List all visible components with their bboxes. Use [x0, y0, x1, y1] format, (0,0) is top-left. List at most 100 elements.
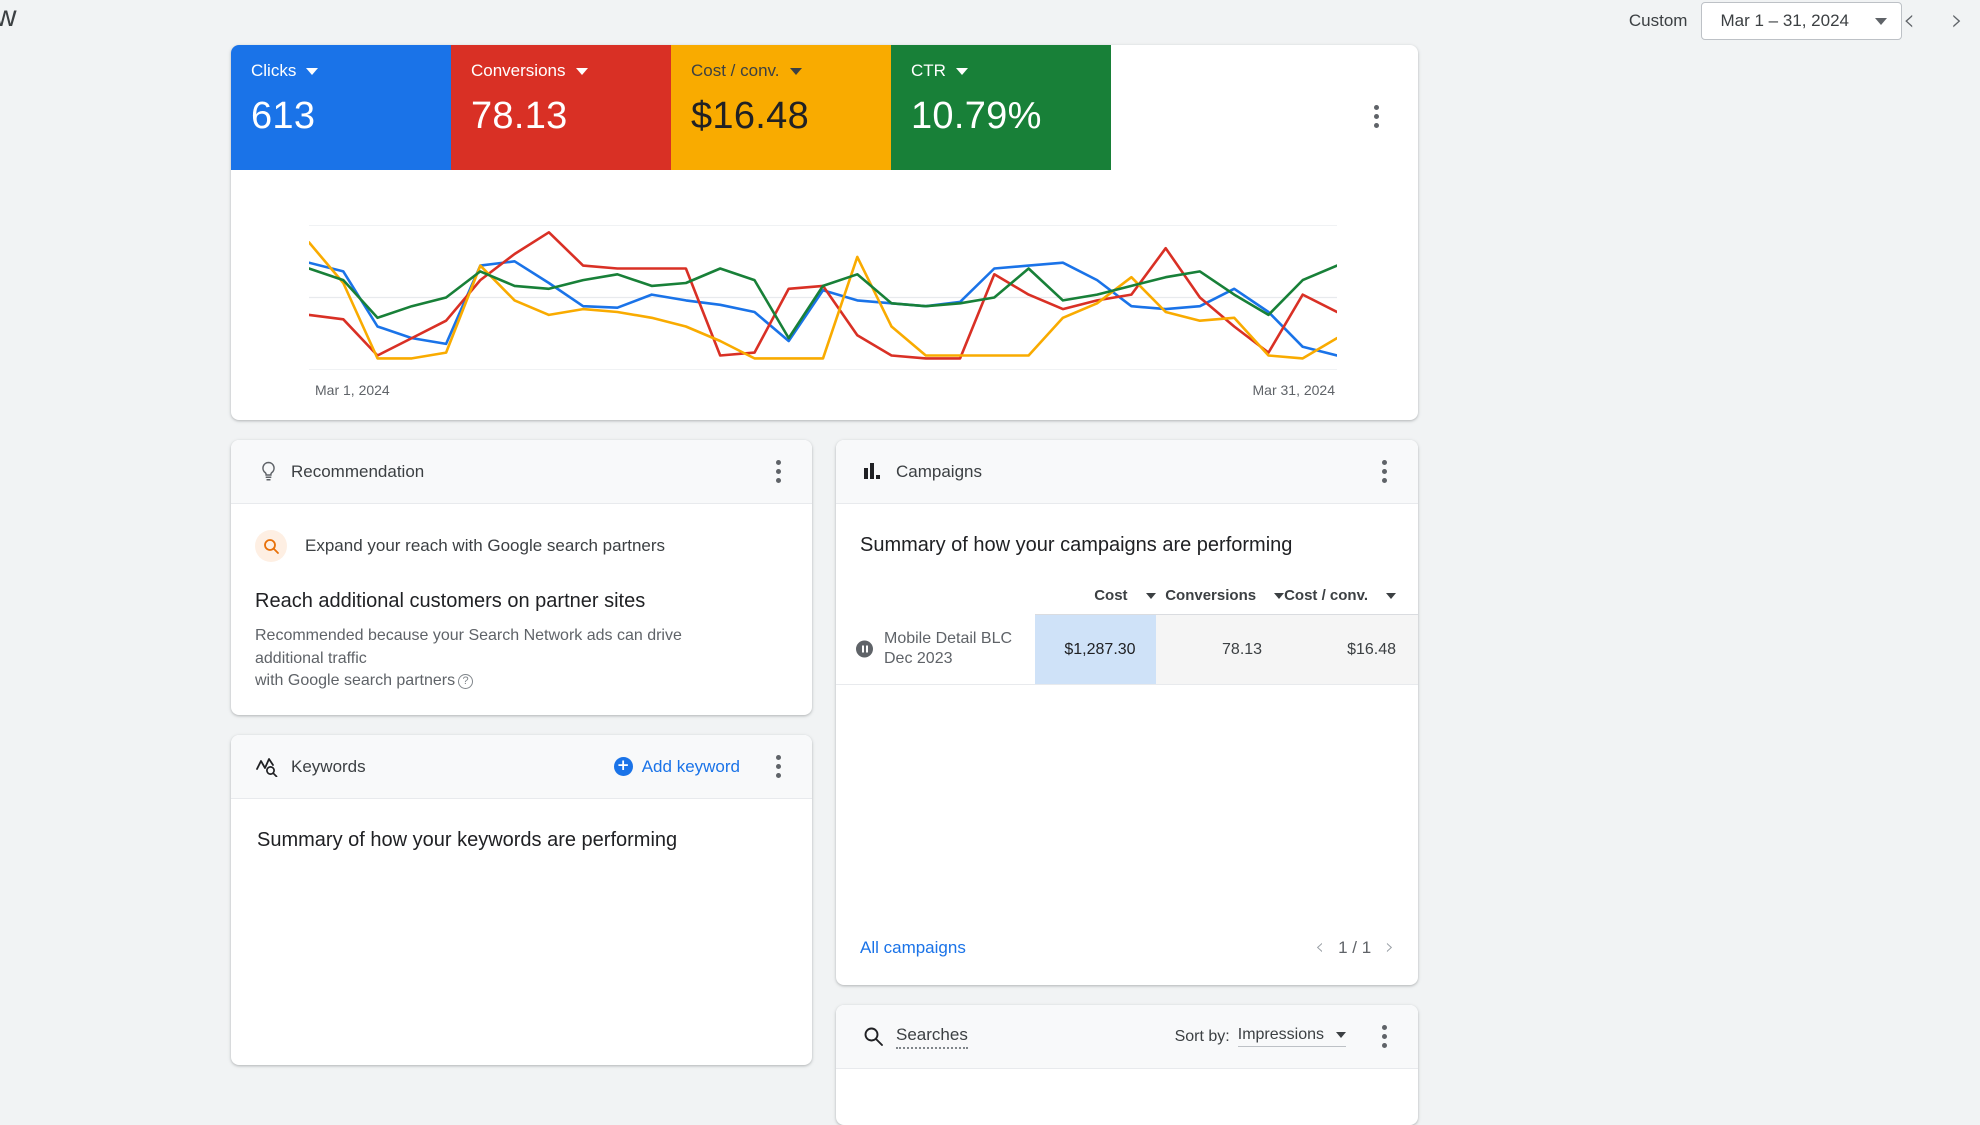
column-header-conversions-inner: Conversions: [1165, 587, 1285, 604]
metric-label: Conversions: [471, 61, 566, 80]
campaigns-table-body: Mobile Detail BLC Dec 2023 $1,287.30 78.…: [836, 614, 1418, 686]
add-keyword-button[interactable]: + Add keyword: [613, 756, 740, 777]
column-header-cost-per-conv[interactable]: Cost / conv.: [1284, 577, 1418, 615]
metric-header[interactable]: Cost / conv.: [691, 61, 891, 81]
column-header-conversions[interactable]: Conversions: [1155, 577, 1285, 615]
kebab-dot: [1381, 1034, 1387, 1039]
table-row[interactable]: Mobile Detail BLC Dec 2023 $1,287.30 78.…: [836, 614, 1418, 686]
campaign-cost-per-conv-cell: $16.48: [1284, 614, 1418, 686]
campaign-name-cell[interactable]: Mobile Detail BLC Dec 2023: [836, 614, 1036, 686]
chevron-down-icon: [1336, 1032, 1346, 1038]
metric-value: 10.79%: [911, 95, 1042, 137]
pause-bar: [865, 645, 868, 653]
searches-panel-title[interactable]: Searches: [896, 1025, 968, 1049]
searches-header: Searches Sort by: Impressions: [836, 1005, 1418, 1069]
keyword-insights-icon: [255, 756, 281, 777]
kebab-dot: [775, 460, 781, 465]
performance-line-chart: [309, 225, 1337, 370]
previous-period-button[interactable]: ‹: [1896, 2, 1922, 40]
date-range-control: Custom Mar 1 – 31, 2024: [1629, 2, 1902, 40]
metric-card-ctr[interactable]: CTR 10.79%: [891, 45, 1111, 170]
performance-card: Clicks 613 Conversions 78.13 Cost / conv…: [231, 45, 1418, 420]
campaigns-options-button[interactable]: [1372, 460, 1396, 483]
campaign-cost-cell: $1,287.30: [1035, 614, 1156, 686]
search-icon: [255, 530, 287, 562]
date-range-mode-label: Custom: [1628, 11, 1688, 30]
help-icon[interactable]: ?: [458, 674, 474, 690]
recommendation-options-button[interactable]: [766, 460, 790, 483]
kebab-dot: [1373, 123, 1379, 128]
pause-bar: [861, 645, 864, 653]
pagination-next-button[interactable]: ›: [1385, 937, 1394, 959]
keywords-header: Keywords + Add keyword: [231, 735, 812, 799]
column-header-cost[interactable]: Cost: [1035, 577, 1156, 615]
kebab-dot: [1381, 1043, 1387, 1048]
metric-label: CTR: [911, 61, 946, 80]
recommendation-panel-title: Recommendation: [291, 461, 425, 481]
kebab-dot: [1381, 469, 1387, 474]
keywords-summary: Summary of how your keywords are perform…: [257, 829, 678, 851]
campaign-conversions-cell: 78.13: [1155, 614, 1285, 686]
metric-label: Cost / conv.: [691, 61, 780, 80]
recommendation-subtitle: Expand your reach with Google search par…: [305, 536, 666, 555]
keywords-panel-title: Keywords: [291, 756, 366, 776]
campaigns-table-head: Cost Conversions Cost / conv.: [836, 577, 1418, 615]
column-header-cost-label: Cost: [1094, 587, 1128, 604]
next-period-button[interactable]: ›: [1944, 2, 1970, 40]
date-range-picker[interactable]: Mar 1 – 31, 2024: [1701, 2, 1902, 40]
kebab-dot: [1381, 1025, 1387, 1030]
lightbulb-icon: [255, 461, 281, 482]
all-campaigns-link[interactable]: All campaigns: [860, 938, 966, 958]
column-header-name: [836, 577, 1035, 615]
metric-strip: Clicks 613 Conversions 78.13 Cost / conv…: [231, 45, 1418, 170]
campaigns-footer: All campaigns ‹ 1 / 1 ›: [836, 911, 1418, 985]
metric-value: 78.13: [471, 95, 568, 137]
metric-header[interactable]: CTR: [911, 61, 1111, 81]
metric-header[interactable]: Conversions: [471, 61, 671, 81]
campaigns-summary: Summary of how your campaigns are perfor…: [860, 534, 1293, 556]
top-bar: ew Custom Mar 1 – 31, 2024 ‹ ›: [0, 0, 1980, 42]
add-keyword-label: Add keyword: [641, 756, 740, 776]
performance-chart: Mar 1, 2024 Mar 31, 2024: [231, 170, 1418, 420]
recommendation-header: Recommendation: [231, 440, 812, 504]
pagination-label: 1 / 1: [1338, 938, 1372, 957]
sort-by-label: Sort by:: [1174, 1027, 1230, 1045]
metric-card-conversions[interactable]: Conversions 78.13: [451, 45, 671, 170]
plus-circle-icon: +: [613, 757, 633, 776]
recommendation-body-line1: Recommended because your Search Network …: [255, 627, 682, 667]
metric-card-clicks[interactable]: Clicks 613: [231, 45, 451, 170]
kebab-dot: [775, 478, 781, 483]
column-header-conversions-label: Conversions: [1165, 587, 1257, 604]
searches-card: Searches Sort by: Impressions: [836, 1005, 1418, 1125]
campaigns-pagination: ‹ 1 / 1 ›: [1315, 937, 1394, 959]
chevron-down-icon: [575, 67, 588, 75]
date-range-value: Mar 1 – 31, 2024: [1720, 11, 1849, 30]
chevron-down-icon: [955, 67, 968, 75]
campaign-name: Mobile Detail BLC Dec 2023: [884, 629, 1013, 668]
campaigns-header: Campaigns: [836, 440, 1418, 504]
performance-card-options-button[interactable]: [1364, 105, 1388, 128]
searches-options-button[interactable]: [1372, 1025, 1396, 1048]
kebab-dot: [1381, 478, 1387, 483]
kebab-dot: [775, 764, 781, 769]
sort-by-select[interactable]: Impressions: [1237, 1026, 1346, 1047]
keywords-card: Keywords + Add keyword Summary of how yo…: [231, 735, 812, 1065]
recommendation-actions: Apply View: [231, 693, 812, 715]
metric-value: 613: [251, 95, 316, 137]
metric-header[interactable]: Clicks: [251, 61, 451, 81]
keywords-options-button[interactable]: [766, 755, 790, 778]
campaigns-table: Cost Conversions Cost / conv. Mobile Det…: [836, 577, 1418, 686]
pagination-previous-button[interactable]: ‹: [1315, 937, 1324, 959]
chevron-down-icon: [1145, 592, 1156, 599]
column-header-cost-per-conv-inner: Cost / conv.: [1284, 587, 1396, 604]
chevron-down-icon: [789, 67, 802, 75]
sort-by-value: Impressions: [1237, 1026, 1324, 1043]
bar-chart-icon: [860, 462, 886, 481]
kebab-dot: [775, 755, 781, 760]
metric-card-cost-per-conv[interactable]: Cost / conv. $16.48: [671, 45, 891, 170]
page-title: ew: [0, 0, 17, 33]
campaigns-panel-title: Campaigns: [896, 461, 982, 481]
campaigns-card: Campaigns Summary of how your campaigns …: [836, 440, 1418, 985]
table-header-row: Cost Conversions Cost / conv.: [836, 577, 1418, 615]
paused-status-icon: [856, 640, 873, 658]
